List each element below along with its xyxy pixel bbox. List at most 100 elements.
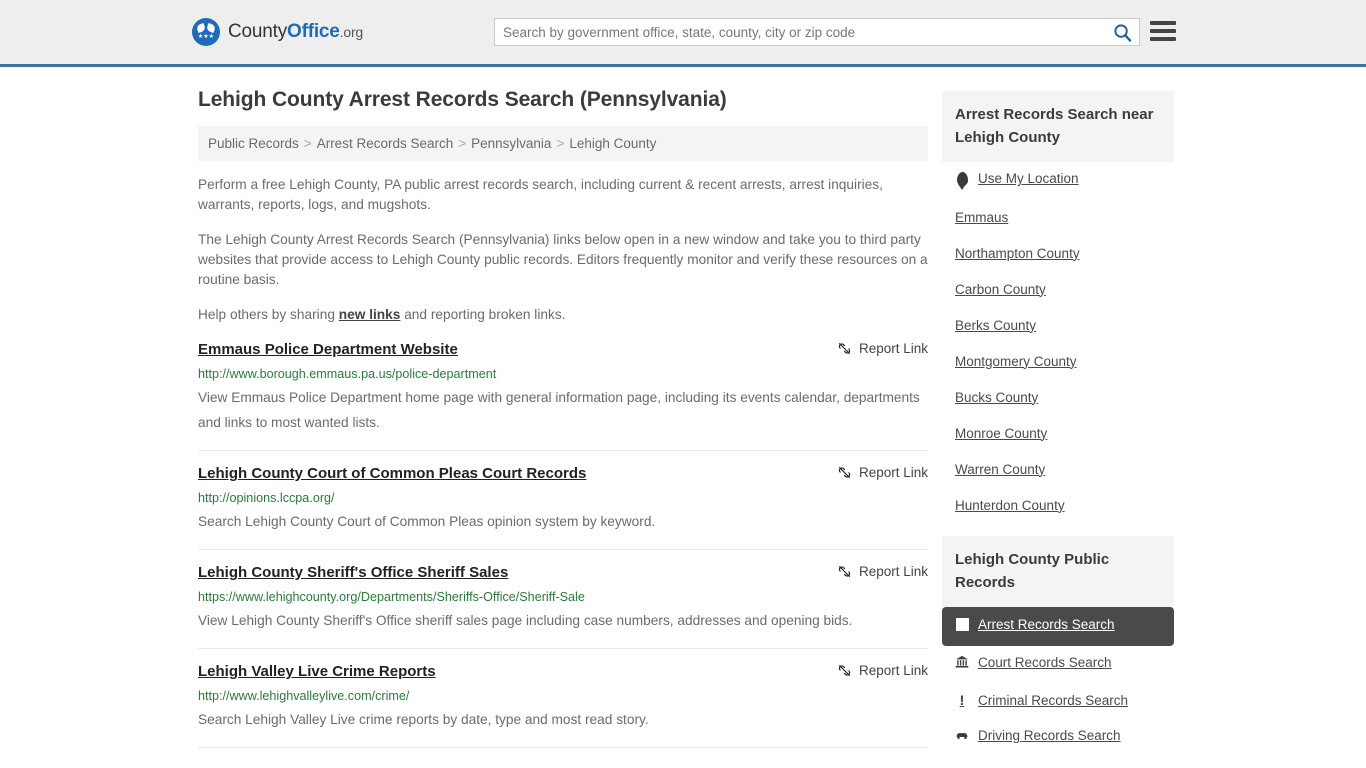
result-url[interactable]: http://www.lehighvalleylive.com/crime/ [198,688,928,704]
intro-text-before: Help others by sharing [198,307,339,322]
nearby-link[interactable]: Hunterdon County [955,498,1065,513]
result-header: Lehigh County Sheriff's Office Sheriff S… [198,563,928,583]
county-office-emblem-icon: ★★★ [192,18,220,46]
result-header: Emmaus Police Department Website Report … [198,340,928,360]
sidebar: Arrest Records Search near Lehigh County… [942,67,1174,767]
report-link-button[interactable]: Report Link [837,341,928,356]
brand-suffix: .org [339,24,364,40]
brand-part-2: Office [287,21,340,42]
result-item: Lehigh County Sheriff's Office Sheriff S… [198,563,928,649]
public-records-label: Driving Records Search [978,728,1121,743]
nearby-label: Emmaus [955,209,1009,225]
public-records-link[interactable]: Arrest Records Search [955,617,1115,632]
nearby-label: Monroe County [955,425,1048,441]
site-logo[interactable]: ★★★ CountyOffice.org [192,18,363,46]
public-records-link[interactable]: ! Criminal Records Search [955,693,1128,708]
public-records-list: Arrest Records Search Court Records Sear… [942,606,1174,756]
intro-paragraph-1: Perform a free Lehigh County, PA public … [198,177,883,212]
result-item: Lehigh County Court of Common Pleas Cour… [198,464,928,550]
nearby-link[interactable]: Monroe County [955,426,1047,441]
nearby-link[interactable]: Bucks County [955,390,1038,405]
result-url[interactable]: https://www.lehighcounty.org/Departments… [198,589,928,605]
nearby-list-item[interactable]: Montgomery County [942,344,1174,380]
breadcrumb-item[interactable]: Pennsylvania [471,136,551,151]
result-title-link[interactable]: Lehigh Valley Live Crime Reports [198,662,436,682]
report-link-button[interactable]: Report Link [837,564,928,579]
nearby-link[interactable]: Northampton County [955,246,1080,261]
hamburger-bar [1150,29,1176,33]
nearby-list-item[interactable]: Emmaus [942,200,1174,236]
public-records-list-item[interactable]: ! Criminal Records Search [942,683,1174,719]
breadcrumb-separator: > [556,136,565,151]
intro-text-after: and reporting broken links. [400,307,566,322]
result-title-link[interactable]: Lehigh County Court of Common Pleas Cour… [198,464,586,484]
report-link-label: Report Link [858,341,928,356]
public-records-link[interactable]: Driving Records Search [955,728,1121,743]
public-records-link[interactable]: Court Records Search [955,655,1112,670]
nearby-panel: Arrest Records Search near Lehigh County… [942,91,1174,524]
breadcrumb-item[interactable]: Lehigh County [569,136,656,151]
public-records-list-item[interactable]: Driving Records Search [942,719,1174,755]
broken-link-icon [838,665,851,676]
result-description: View Emmaus Police Department home page … [198,390,920,430]
nearby-label: Use My Location [978,171,1079,186]
breadcrumb-separator: > [458,136,467,151]
result-header: Lehigh County Court of Common Pleas Cour… [198,464,928,484]
map-pin-icon [955,171,969,186]
public-records-list-item[interactable]: Arrest Records Search [942,606,1174,646]
nearby-list-item[interactable]: Northampton County [942,236,1174,272]
nearby-list-item[interactable]: Berks County [942,308,1174,344]
nearby-list: Use My Location Emmaus Northampton County C… [942,162,1174,524]
nearby-list-item[interactable]: Warren County [942,452,1174,488]
nearby-list-item[interactable]: Hunterdon County [942,488,1174,524]
result-url[interactable]: http://www.borough.emmaus.pa.us/police-d… [198,366,928,382]
result-title-link[interactable]: Emmaus Police Department Website [198,340,458,360]
nearby-list-item[interactable]: Monroe County [942,416,1174,452]
breadcrumb-item[interactable]: Arrest Records Search [317,136,454,151]
main-content: Lehigh County Arrest Records Search (Pen… [198,67,928,767]
report-link-label: Report Link [858,663,928,678]
nearby-link[interactable]: Emmaus [955,210,1008,225]
fingerprint-square-icon [955,617,969,632]
brand-part-1: County [228,21,288,42]
exclamation-icon: ! [959,692,965,708]
nearby-label: Northampton County [955,245,1080,261]
nearby-label: Montgomery County [955,353,1077,369]
nearby-list-item[interactable]: Use My Location [942,162,1174,200]
report-link-button[interactable]: Report Link [837,465,928,480]
nearby-link[interactable]: Warren County [955,462,1045,477]
search-input[interactable] [495,19,1105,45]
public-records-list-item[interactable]: Court Records Search [942,646,1174,684]
breadcrumb-separator: > [303,136,312,151]
broken-link-icon [838,467,851,478]
hamburger-menu-icon[interactable] [1150,20,1176,42]
result-description: Search Lehigh Valley Live crime reports … [198,712,649,727]
results-list: Emmaus Police Department Website Report … [198,340,928,748]
breadcrumb-item[interactable]: Public Records [208,136,299,151]
brand-wordmark: CountyOffice.org [228,21,363,43]
page-body: Lehigh County Arrest Records Search (Pen… [0,67,1366,767]
nearby-label: Carbon County [955,281,1046,297]
nearby-link[interactable]: Montgomery County [955,354,1077,369]
broken-link-icon [838,566,851,577]
nearby-list-item[interactable]: Carbon County [942,272,1174,308]
nearby-label: Berks County [955,317,1037,333]
broken-link-icon [838,343,851,354]
result-title-link[interactable]: Lehigh County Sheriff's Office Sheriff S… [198,563,508,583]
breadcrumb: Public Records > Arrest Records Search > Pen… [198,126,928,161]
result-description: Search Lehigh County Court of Common Ple… [198,514,656,529]
nearby-link[interactable]: Berks County [955,318,1036,333]
new-links-link[interactable]: new links [339,307,401,322]
nearby-link[interactable]: Carbon County [955,282,1046,297]
search-bar[interactable] [494,18,1140,46]
page-title: Lehigh County Arrest Records Search (Pen… [198,88,727,111]
nearby-list-item[interactable]: Bucks County [942,380,1174,416]
report-link-button[interactable]: Report Link [837,663,928,678]
report-link-label: Report Link [858,465,928,480]
stars-icon: ★★★ [197,33,215,40]
search-button[interactable] [1105,19,1139,45]
nearby-label: Warren County [955,461,1046,477]
intro-paragraph-3: Help others by sharing new links and rep… [198,305,928,325]
nearby-link[interactable]: Use My Location [955,171,1079,186]
result-url[interactable]: http://opinions.lccpa.org/ [198,490,928,506]
